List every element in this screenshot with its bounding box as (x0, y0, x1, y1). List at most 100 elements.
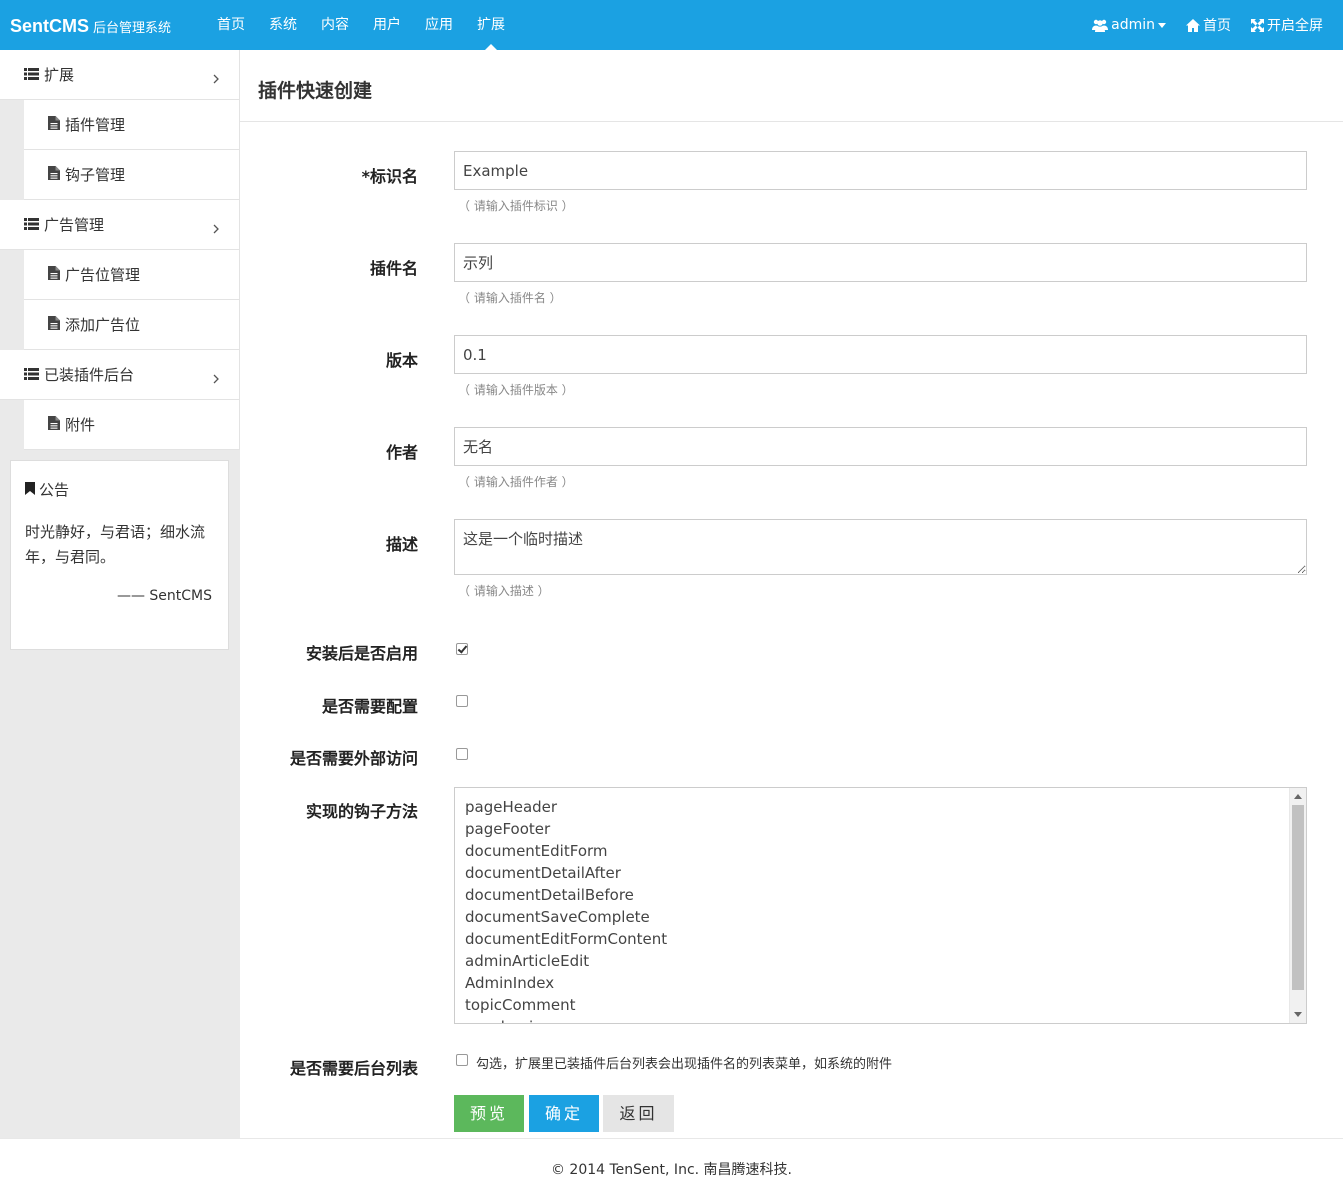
title-label: 插件名 (369, 259, 418, 278)
name-help: （ 请输入插件标识 ） (458, 199, 574, 213)
sidebar-group-label: 扩展 (44, 66, 75, 84)
submit-button[interactable]: 确定 (529, 1095, 599, 1132)
home-link[interactable]: 首页 (1176, 0, 1241, 50)
nav-right: admin 首页 开启全屏 (1082, 0, 1333, 50)
author-label: 作者 (385, 443, 418, 462)
version-input[interactable] (454, 335, 1307, 374)
sidebar-item-attachment[interactable]: 附件 (24, 400, 240, 450)
users-icon (1092, 19, 1109, 32)
hook-option[interactable]: documentEditFormContent (465, 928, 1306, 950)
hooks-label: 实现的钩子方法 (305, 802, 418, 821)
hooks-scrollbar[interactable] (1289, 788, 1306, 1023)
hook-option[interactable]: pageFooter (465, 818, 1306, 840)
sidebar-menu: 扩展 插件管理 钩子管理 广告管理 广告位管理 添加广告位 已装插件后台 附件 (0, 50, 240, 450)
scroll-down-icon[interactable] (1294, 1012, 1302, 1017)
notice-text: 时光静好，与君语；细水流年，与君同。 (25, 523, 206, 566)
sidebar-group-label: 已装插件后台 (44, 366, 135, 384)
file-icon (48, 165, 60, 184)
external-access-checkbox[interactable] (456, 748, 468, 760)
sidebar-item-label: 附件 (65, 416, 96, 434)
external-access-label: 是否需要外部访问 (289, 749, 418, 768)
admin-list-checkbox[interactable] (456, 1054, 468, 1066)
sidebar-item-plugin-manage[interactable]: 插件管理 (24, 100, 240, 150)
brand-logo[interactable]: SentCMS 后台管理系统 (10, 0, 171, 50)
sidebar-item-label: 添加广告位 (65, 316, 141, 334)
preview-button[interactable]: 预览 (454, 1095, 524, 1132)
notice-panel: 公告 时光静好，与君语；细水流年，与君同。 —— SentCMS (10, 460, 229, 650)
brand-subtitle: 后台管理系统 (93, 21, 172, 36)
file-icon (48, 315, 60, 334)
hook-option[interactable]: documentDetailBefore (465, 884, 1306, 906)
notice-signature: —— SentCMS (116, 588, 212, 604)
file-icon (48, 265, 60, 284)
top-navbar: SentCMS 后台管理系统 首页 系统 内容 用户 应用 扩展 admin 首页… (0, 0, 1343, 50)
name-label: *标识名 (361, 167, 418, 186)
file-icon (48, 415, 60, 434)
hook-option[interactable]: pageHeader (465, 796, 1306, 818)
description-label: 描述 (385, 535, 418, 554)
user-name: admin (1111, 17, 1155, 33)
sidebar-item-add-ad-position[interactable]: 添加广告位 (24, 300, 240, 350)
home-icon (1186, 18, 1200, 32)
nav-item-system[interactable]: 系统 (257, 0, 309, 50)
sidebar-item-ad-position-manage[interactable]: 广告位管理 (24, 250, 240, 300)
nav-item-app[interactable]: 应用 (413, 0, 465, 50)
hook-option[interactable]: documentSaveComplete (465, 906, 1306, 928)
title-divider (240, 121, 1343, 122)
fullscreen-button[interactable]: 开启全屏 (1241, 0, 1333, 50)
nav-item-user[interactable]: 用户 (361, 0, 413, 50)
main-content: 插件快速创建 *标识名 （ 请输入插件标识 ） 插件名 （ 请输入插件名 ） 版… (240, 50, 1343, 1138)
description-help: （ 请输入描述 ） (458, 584, 550, 598)
enable-after-install-label: 安装后是否启用 (305, 644, 418, 663)
sidebar-item-hook-manage[interactable]: 钩子管理 (24, 150, 240, 200)
scroll-thumb[interactable] (1292, 805, 1304, 990)
hook-option[interactable]: documentEditForm (465, 840, 1306, 862)
version-help: （ 请输入插件版本 ） (458, 383, 574, 397)
notice-title: 公告 (25, 479, 214, 500)
admin-list-help: 勾选，扩展里已装插件后台列表会出现插件名的列表菜单，如系统的附件 (476, 1057, 893, 1072)
back-button[interactable]: 返回 (603, 1095, 674, 1132)
nav-item-extension[interactable]: 扩展 (465, 0, 517, 50)
page-title: 插件快速创建 (258, 80, 373, 102)
sidebar-group-ads[interactable]: 广告管理 (0, 200, 240, 250)
expand-icon (1251, 18, 1264, 32)
need-config-checkbox[interactable] (456, 695, 468, 707)
hooks-multiselect[interactable]: pageHeader pageFooter documentEditForm d… (454, 787, 1307, 1024)
name-input[interactable] (454, 151, 1307, 190)
hook-option[interactable]: topicComment (465, 994, 1306, 1016)
title-input[interactable] (454, 243, 1307, 282)
home-link-label: 首页 (1203, 18, 1231, 34)
brand-name: SentCMS (10, 16, 90, 36)
bookmark-icon (25, 481, 35, 499)
author-input[interactable] (454, 427, 1307, 466)
list-icon (24, 66, 39, 84)
sidebar-group-label: 广告管理 (44, 216, 105, 234)
sidebar-group-extension[interactable]: 扩展 (0, 50, 240, 100)
sidebar-group-installed-plugins[interactable]: 已装插件后台 (0, 350, 240, 400)
caret-down-icon (1158, 22, 1166, 28)
admin-list-label: 是否需要后台列表 (289, 1059, 418, 1078)
sidebar-item-label: 钩子管理 (65, 166, 126, 184)
hooks-options: pageHeader pageFooter documentEditForm d… (455, 788, 1306, 1023)
footer: © 2014 TenSent, Inc. 南昌腾速科技. (0, 1138, 1343, 1201)
hook-option[interactable]: AdminIndex (465, 972, 1306, 994)
main-nav: 首页 系统 内容 用户 应用 扩展 (205, 0, 517, 50)
version-label: 版本 (385, 351, 418, 370)
scroll-up-icon[interactable] (1294, 794, 1302, 799)
fullscreen-label: 开启全屏 (1267, 18, 1323, 34)
hook-option[interactable]: documentDetailAfter (465, 862, 1306, 884)
user-menu[interactable]: admin (1082, 0, 1176, 50)
file-icon (48, 115, 60, 134)
author-help: （ 请输入插件作者 ） (458, 475, 574, 489)
need-config-label: 是否需要配置 (321, 697, 418, 716)
enable-after-install-checkbox[interactable] (456, 643, 468, 655)
description-textarea[interactable]: 这是一个临时描述 (454, 519, 1307, 575)
nav-item-home[interactable]: 首页 (205, 0, 257, 50)
hook-option[interactable]: adminArticleEdit (465, 950, 1306, 972)
chevron-right-icon (213, 70, 219, 88)
list-icon (24, 216, 39, 234)
nav-item-content[interactable]: 内容 (309, 0, 361, 50)
title-help: （ 请输入插件名 ） (458, 291, 562, 305)
hook-option[interactable]: app_begin (465, 1016, 1306, 1023)
sidebar-item-label: 广告位管理 (65, 266, 141, 284)
